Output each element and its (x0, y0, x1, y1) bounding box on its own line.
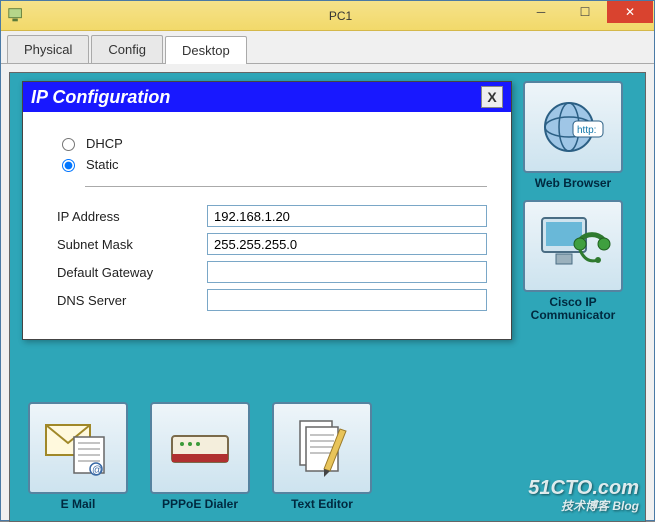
pc-icon (7, 6, 27, 26)
radio-label: DHCP (86, 136, 123, 151)
label-dns-server: DNS Server (57, 293, 207, 308)
launcher-pppoe-dialer[interactable]: PPPoE Dialer (150, 402, 250, 511)
row-default-gateway: Default Gateway (57, 261, 487, 283)
svg-text:@: @ (92, 465, 102, 476)
monitor-headset-icon (523, 200, 623, 292)
watermark-sub: 技术博客 Blog (528, 497, 639, 515)
label-ip-address: IP Address (57, 209, 207, 224)
right-launchers: http: Web Browser (511, 81, 635, 322)
close-icon: X (487, 89, 496, 105)
launcher-label: Web Browser (535, 177, 611, 190)
app-window: PC1 ─ ☐ ✕ Physical Config Desktop http: (0, 0, 655, 521)
tab-desktop[interactable]: Desktop (165, 36, 247, 64)
maximize-button[interactable]: ☐ (563, 1, 607, 23)
launcher-label: Cisco IP Communicator (511, 296, 635, 322)
radio-label: Static (86, 157, 119, 172)
launcher-text-editor[interactable]: Text Editor (272, 402, 372, 511)
launcher-label: E Mail (61, 498, 96, 511)
ip-configuration-dialog: IP Configuration X DHCP Static IP Addres… (22, 81, 512, 340)
launcher-email[interactable]: @ E Mail (28, 402, 128, 511)
input-ip-address[interactable] (207, 205, 487, 227)
dialog-title-bar[interactable]: IP Configuration X (23, 82, 511, 112)
radio-dhcp-input[interactable] (62, 138, 75, 151)
launcher-label: PPPoE Dialer (162, 498, 238, 511)
tab-bar: Physical Config Desktop (1, 31, 654, 64)
launcher-label: Text Editor (291, 498, 353, 511)
window-controls: ─ ☐ ✕ (519, 1, 653, 23)
tab-physical[interactable]: Physical (7, 35, 89, 63)
title-bar[interactable]: PC1 ─ ☐ ✕ (1, 1, 654, 31)
bottom-launchers: @ E Mail PPPoE Dialer (28, 402, 372, 511)
watermark-main: 51CTO.com (528, 479, 639, 497)
globe-http-icon: http: (523, 81, 623, 173)
watermark: 51CTO.com 技术博客 Blog (528, 479, 639, 515)
launcher-cisco-ip-communicator[interactable]: Cisco IP Communicator (511, 200, 635, 322)
desktop-panel: http: Web Browser (9, 72, 646, 522)
radio-static[interactable]: Static (57, 156, 487, 172)
label-default-gateway: Default Gateway (57, 265, 207, 280)
input-dns-server[interactable] (207, 289, 487, 311)
radio-static-input[interactable] (62, 159, 75, 172)
launcher-web-browser[interactable]: http: Web Browser (511, 81, 635, 190)
close-button[interactable]: ✕ (607, 1, 653, 23)
envelope-page-icon: @ (28, 402, 128, 494)
dialog-close-button[interactable]: X (481, 86, 503, 108)
row-ip-address: IP Address (57, 205, 487, 227)
row-dns-server: DNS Server (57, 289, 487, 311)
row-subnet-mask: Subnet Mask (57, 233, 487, 255)
dialog-body: DHCP Static IP Address Subnet Mask Defau… (23, 112, 511, 339)
radio-dhcp[interactable]: DHCP (57, 135, 487, 151)
dialog-title: IP Configuration (31, 87, 170, 108)
input-default-gateway[interactable] (207, 261, 487, 283)
divider (85, 186, 487, 187)
tab-config[interactable]: Config (91, 35, 163, 63)
pages-pencil-icon (272, 402, 372, 494)
svg-text:http:: http: (577, 125, 596, 136)
label-subnet-mask: Subnet Mask (57, 237, 207, 252)
modem-router-icon (150, 402, 250, 494)
minimize-button[interactable]: ─ (519, 1, 563, 23)
input-subnet-mask[interactable] (207, 233, 487, 255)
